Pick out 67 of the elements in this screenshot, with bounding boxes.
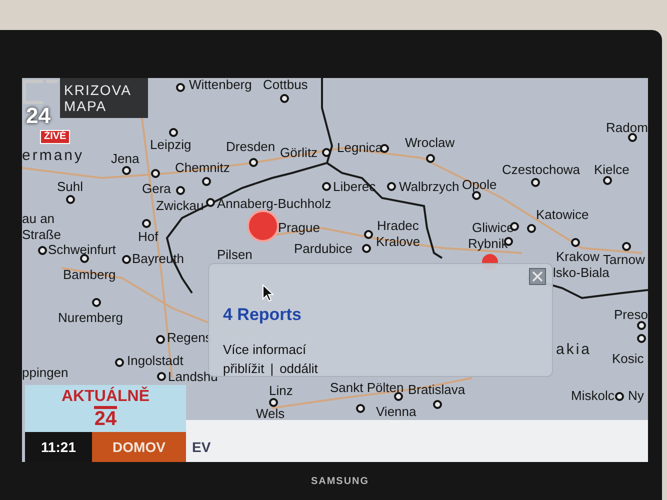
place-label: Kralove <box>376 235 420 249</box>
place-label: Jena <box>111 152 140 166</box>
place-label: Opole <box>462 178 497 192</box>
map-title: MAPA <box>64 98 108 114</box>
country-label: ermany <box>22 148 84 164</box>
place-label: Vienna <box>376 405 416 419</box>
place-label: Bamberg <box>63 268 116 282</box>
place-label: Regens <box>167 331 212 345</box>
place-label: Wittenberg <box>189 78 252 92</box>
place-label: Görlitz <box>280 146 318 160</box>
place-label: Kosic <box>612 352 644 366</box>
place-label: Zwickau <box>156 199 204 213</box>
place-label: Miskolc <box>571 389 614 403</box>
place-label: Gliwice <box>472 221 514 235</box>
place-label: Leipzig <box>150 138 192 152</box>
section-label: DOMOV <box>92 432 186 462</box>
place-label: Katowice <box>536 208 589 222</box>
place-label: Prague <box>278 221 320 235</box>
place-label: Linz <box>269 384 293 398</box>
close-button[interactable] <box>529 268 546 285</box>
popup-title: 4 Reports <box>223 304 302 326</box>
place-label: Cottbus <box>263 78 308 92</box>
headline-text: EV <box>191 438 211 456</box>
cursor-icon <box>262 284 274 302</box>
place-label: Gera <box>142 182 171 196</box>
place-label: Landshu <box>168 370 218 384</box>
country-label: akia <box>556 342 592 358</box>
zoom-in-link[interactable]: přiblížit <box>223 359 264 378</box>
place-label: Ny <box>628 389 644 403</box>
place-label: Rybnik <box>468 237 508 251</box>
place-label: Sankt Pölten <box>330 381 404 395</box>
brand-label: SAMSUNG <box>310 475 370 489</box>
place-label: Pilsen <box>217 248 252 262</box>
link-separator: | <box>270 360 274 378</box>
report-marker-icon <box>247 210 279 242</box>
program-title: AKTUÁLNĚ <box>62 388 150 406</box>
place-label: Chemnitz <box>175 161 230 175</box>
more-info-link[interactable]: Více informací <box>223 340 318 359</box>
zoom-out-link[interactable]: oddálit <box>280 359 318 378</box>
place-label: Dresden <box>226 140 276 154</box>
channel-number: 24 <box>26 105 50 127</box>
place-label: Wels <box>256 407 285 421</box>
place-label: ppingen <box>22 366 68 380</box>
place-label: Ingolstadt <box>127 354 184 368</box>
place-label: Tarnow <box>603 253 645 267</box>
map-title: KRIZOVA <box>64 82 132 98</box>
place-label: Radom <box>606 121 648 135</box>
place-label: au an <box>22 212 55 226</box>
place-label: Walbrzych <box>399 180 460 194</box>
place-label: Straße <box>22 228 62 242</box>
close-icon <box>532 271 543 282</box>
clock-label: 11:21 <box>25 432 92 462</box>
place-label: Suhl <box>57 180 84 194</box>
place-label: lsko-Biala <box>553 266 610 280</box>
place-label: Pardubice <box>294 242 353 256</box>
place-label: Czestochowa <box>502 163 580 177</box>
program-title: 24 <box>94 406 117 429</box>
place-label: Nuremberg <box>58 311 124 325</box>
place-label: Wroclaw <box>405 136 455 150</box>
place-label: Preso <box>614 308 648 322</box>
place-label: Bratislava <box>408 383 466 397</box>
place-label: Annaberg-Buchholz <box>217 197 332 211</box>
place-label: Hradec <box>377 219 419 233</box>
place-label: Kielce <box>594 163 630 177</box>
place-label: Schweinfurt <box>48 243 116 257</box>
place-label: Krakow <box>556 250 600 264</box>
place-label: Hof <box>138 230 158 244</box>
